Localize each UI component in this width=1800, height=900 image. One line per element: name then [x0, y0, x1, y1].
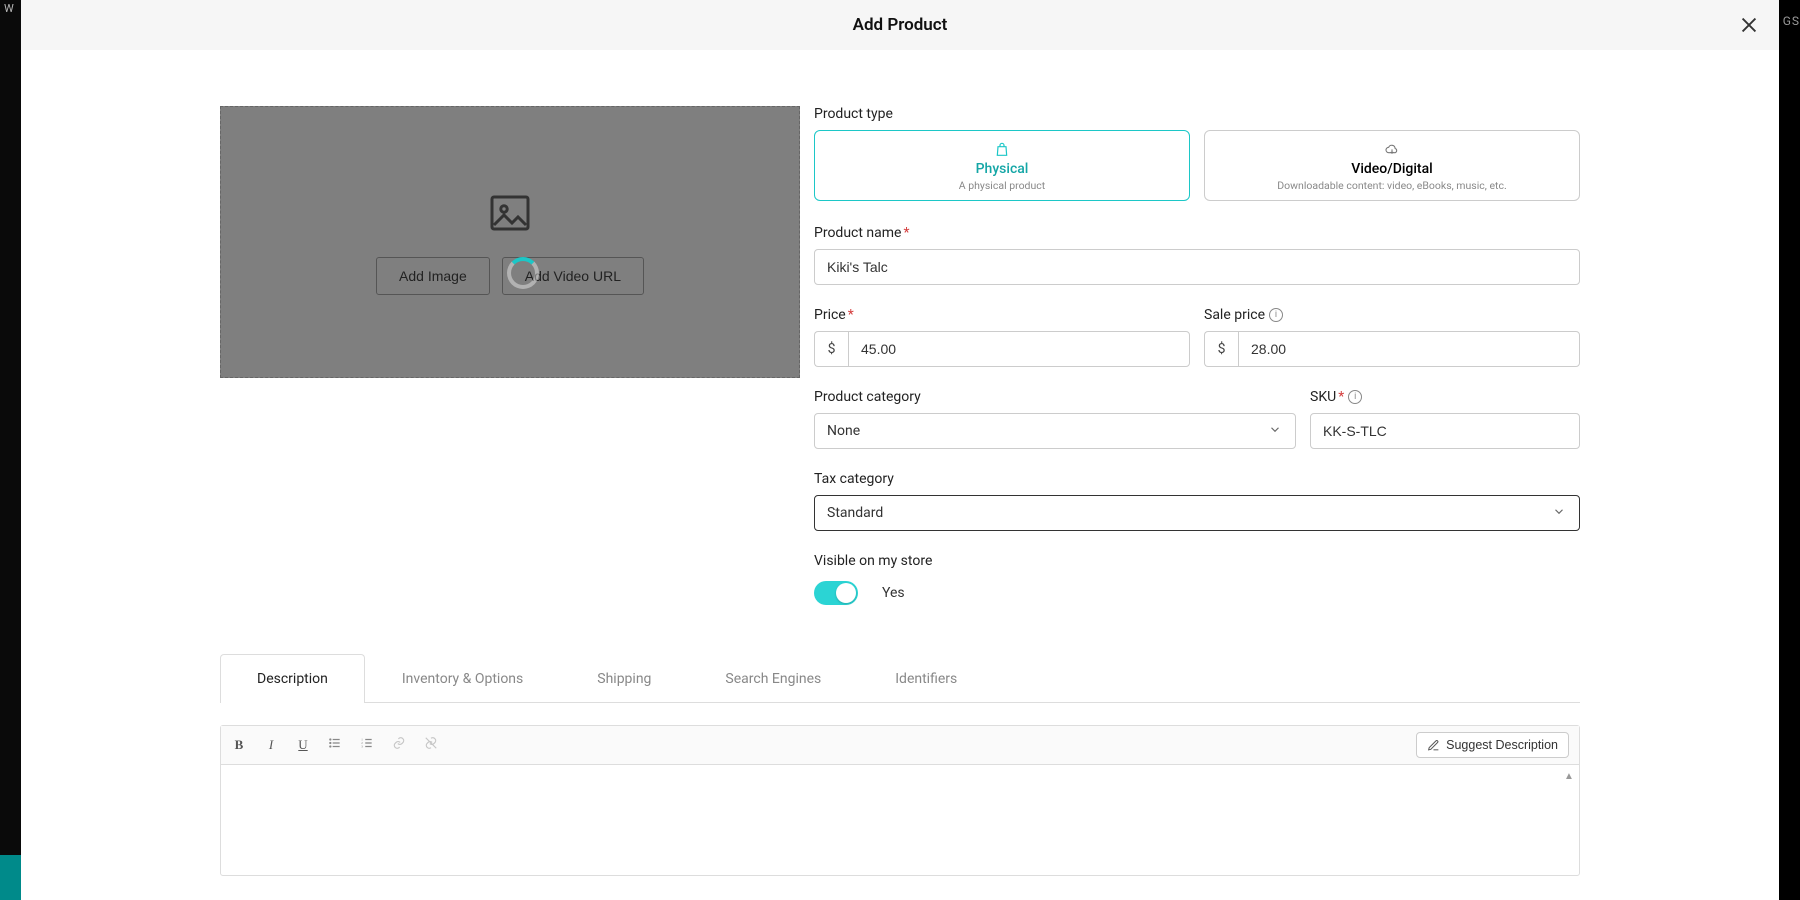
unordered-list-button[interactable]: [327, 736, 343, 754]
visible-toggle[interactable]: [814, 581, 858, 605]
product-type-label: Product type: [814, 106, 1580, 122]
tab-description[interactable]: Description: [220, 654, 365, 703]
background-accent: [0, 855, 21, 900]
modal-body: Add Image Add Video URL Product type Phy…: [21, 50, 1779, 900]
editor-toolbar: B I U 123 Suggest Description: [221, 726, 1579, 765]
loading-spinner-icon: [507, 257, 539, 289]
image-placeholder-icon: [486, 189, 534, 237]
tab-search-engines[interactable]: Search Engines: [688, 654, 858, 703]
close-icon: [1738, 14, 1760, 36]
link-button[interactable]: [391, 736, 407, 754]
tab-shipping[interactable]: Shipping: [560, 654, 688, 703]
tab-identifiers[interactable]: Identifiers: [858, 654, 994, 703]
underline-button[interactable]: U: [295, 737, 311, 753]
visible-label: Visible on my store: [814, 553, 1580, 569]
product-type-physical[interactable]: Physical A physical product: [814, 130, 1190, 201]
close-button[interactable]: [1737, 13, 1761, 37]
info-icon[interactable]: i: [1348, 390, 1362, 404]
product-form: Product type Physical A physical product: [814, 106, 1580, 605]
bold-button[interactable]: B: [231, 737, 247, 753]
type-physical-title: Physical: [825, 161, 1179, 177]
info-icon[interactable]: i: [1269, 308, 1283, 322]
modal-header: Add Product: [21, 0, 1779, 50]
sale-price-input[interactable]: [1238, 331, 1580, 367]
suggest-description-label: Suggest Description: [1446, 738, 1558, 752]
cloud-download-icon: [1215, 141, 1569, 159]
product-category-label: Product category: [814, 389, 1296, 405]
price-input[interactable]: [848, 331, 1190, 367]
visible-toggle-state: Yes: [882, 585, 905, 601]
type-digital-title: Video/Digital: [1215, 161, 1569, 177]
bg-left-text: W: [4, 2, 14, 15]
tax-category-select[interactable]: Standard: [814, 495, 1580, 531]
description-textarea[interactable]: ▲: [221, 765, 1579, 875]
italic-button[interactable]: I: [263, 737, 279, 753]
unlink-button[interactable]: [423, 736, 439, 754]
product-name-input[interactable]: [814, 249, 1580, 285]
svg-text:3: 3: [361, 745, 363, 749]
product-category-select[interactable]: None: [814, 413, 1296, 449]
product-name-label: Product name*: [814, 225, 1580, 241]
background-left-strip: [0, 0, 21, 900]
product-type-digital[interactable]: Video/Digital Downloadable content: vide…: [1204, 130, 1580, 201]
type-physical-sub: A physical product: [825, 179, 1179, 192]
add-product-modal: Add Product Add Image Add Video URL: [21, 0, 1779, 900]
currency-symbol: $: [814, 331, 848, 367]
sku-label: SKU*i: [1310, 389, 1580, 405]
currency-symbol-sale: $: [1204, 331, 1238, 367]
suggest-description-button[interactable]: Suggest Description: [1416, 732, 1569, 758]
add-image-button[interactable]: Add Image: [376, 257, 490, 295]
bg-right-text: GS: [1783, 14, 1800, 28]
bag-icon: [825, 141, 1179, 159]
ordered-list-button[interactable]: 123: [359, 736, 375, 754]
type-digital-sub: Downloadable content: video, eBooks, mus…: [1215, 179, 1569, 192]
description-editor: B I U 123 Suggest Description ▲: [220, 725, 1580, 876]
sku-input[interactable]: [1310, 413, 1580, 449]
price-label: Price*: [814, 307, 1190, 323]
tab-inventory-options[interactable]: Inventory & Options: [365, 654, 560, 703]
product-tabs: Description Inventory & Options Shipping…: [220, 653, 1580, 703]
media-dropzone[interactable]: Add Image Add Video URL: [220, 106, 800, 378]
sale-price-label: Sale pricei: [1204, 307, 1580, 323]
scroll-up-icon[interactable]: ▲: [1562, 769, 1576, 783]
tax-category-label: Tax category: [814, 471, 1580, 487]
modal-title: Add Product: [853, 15, 948, 35]
